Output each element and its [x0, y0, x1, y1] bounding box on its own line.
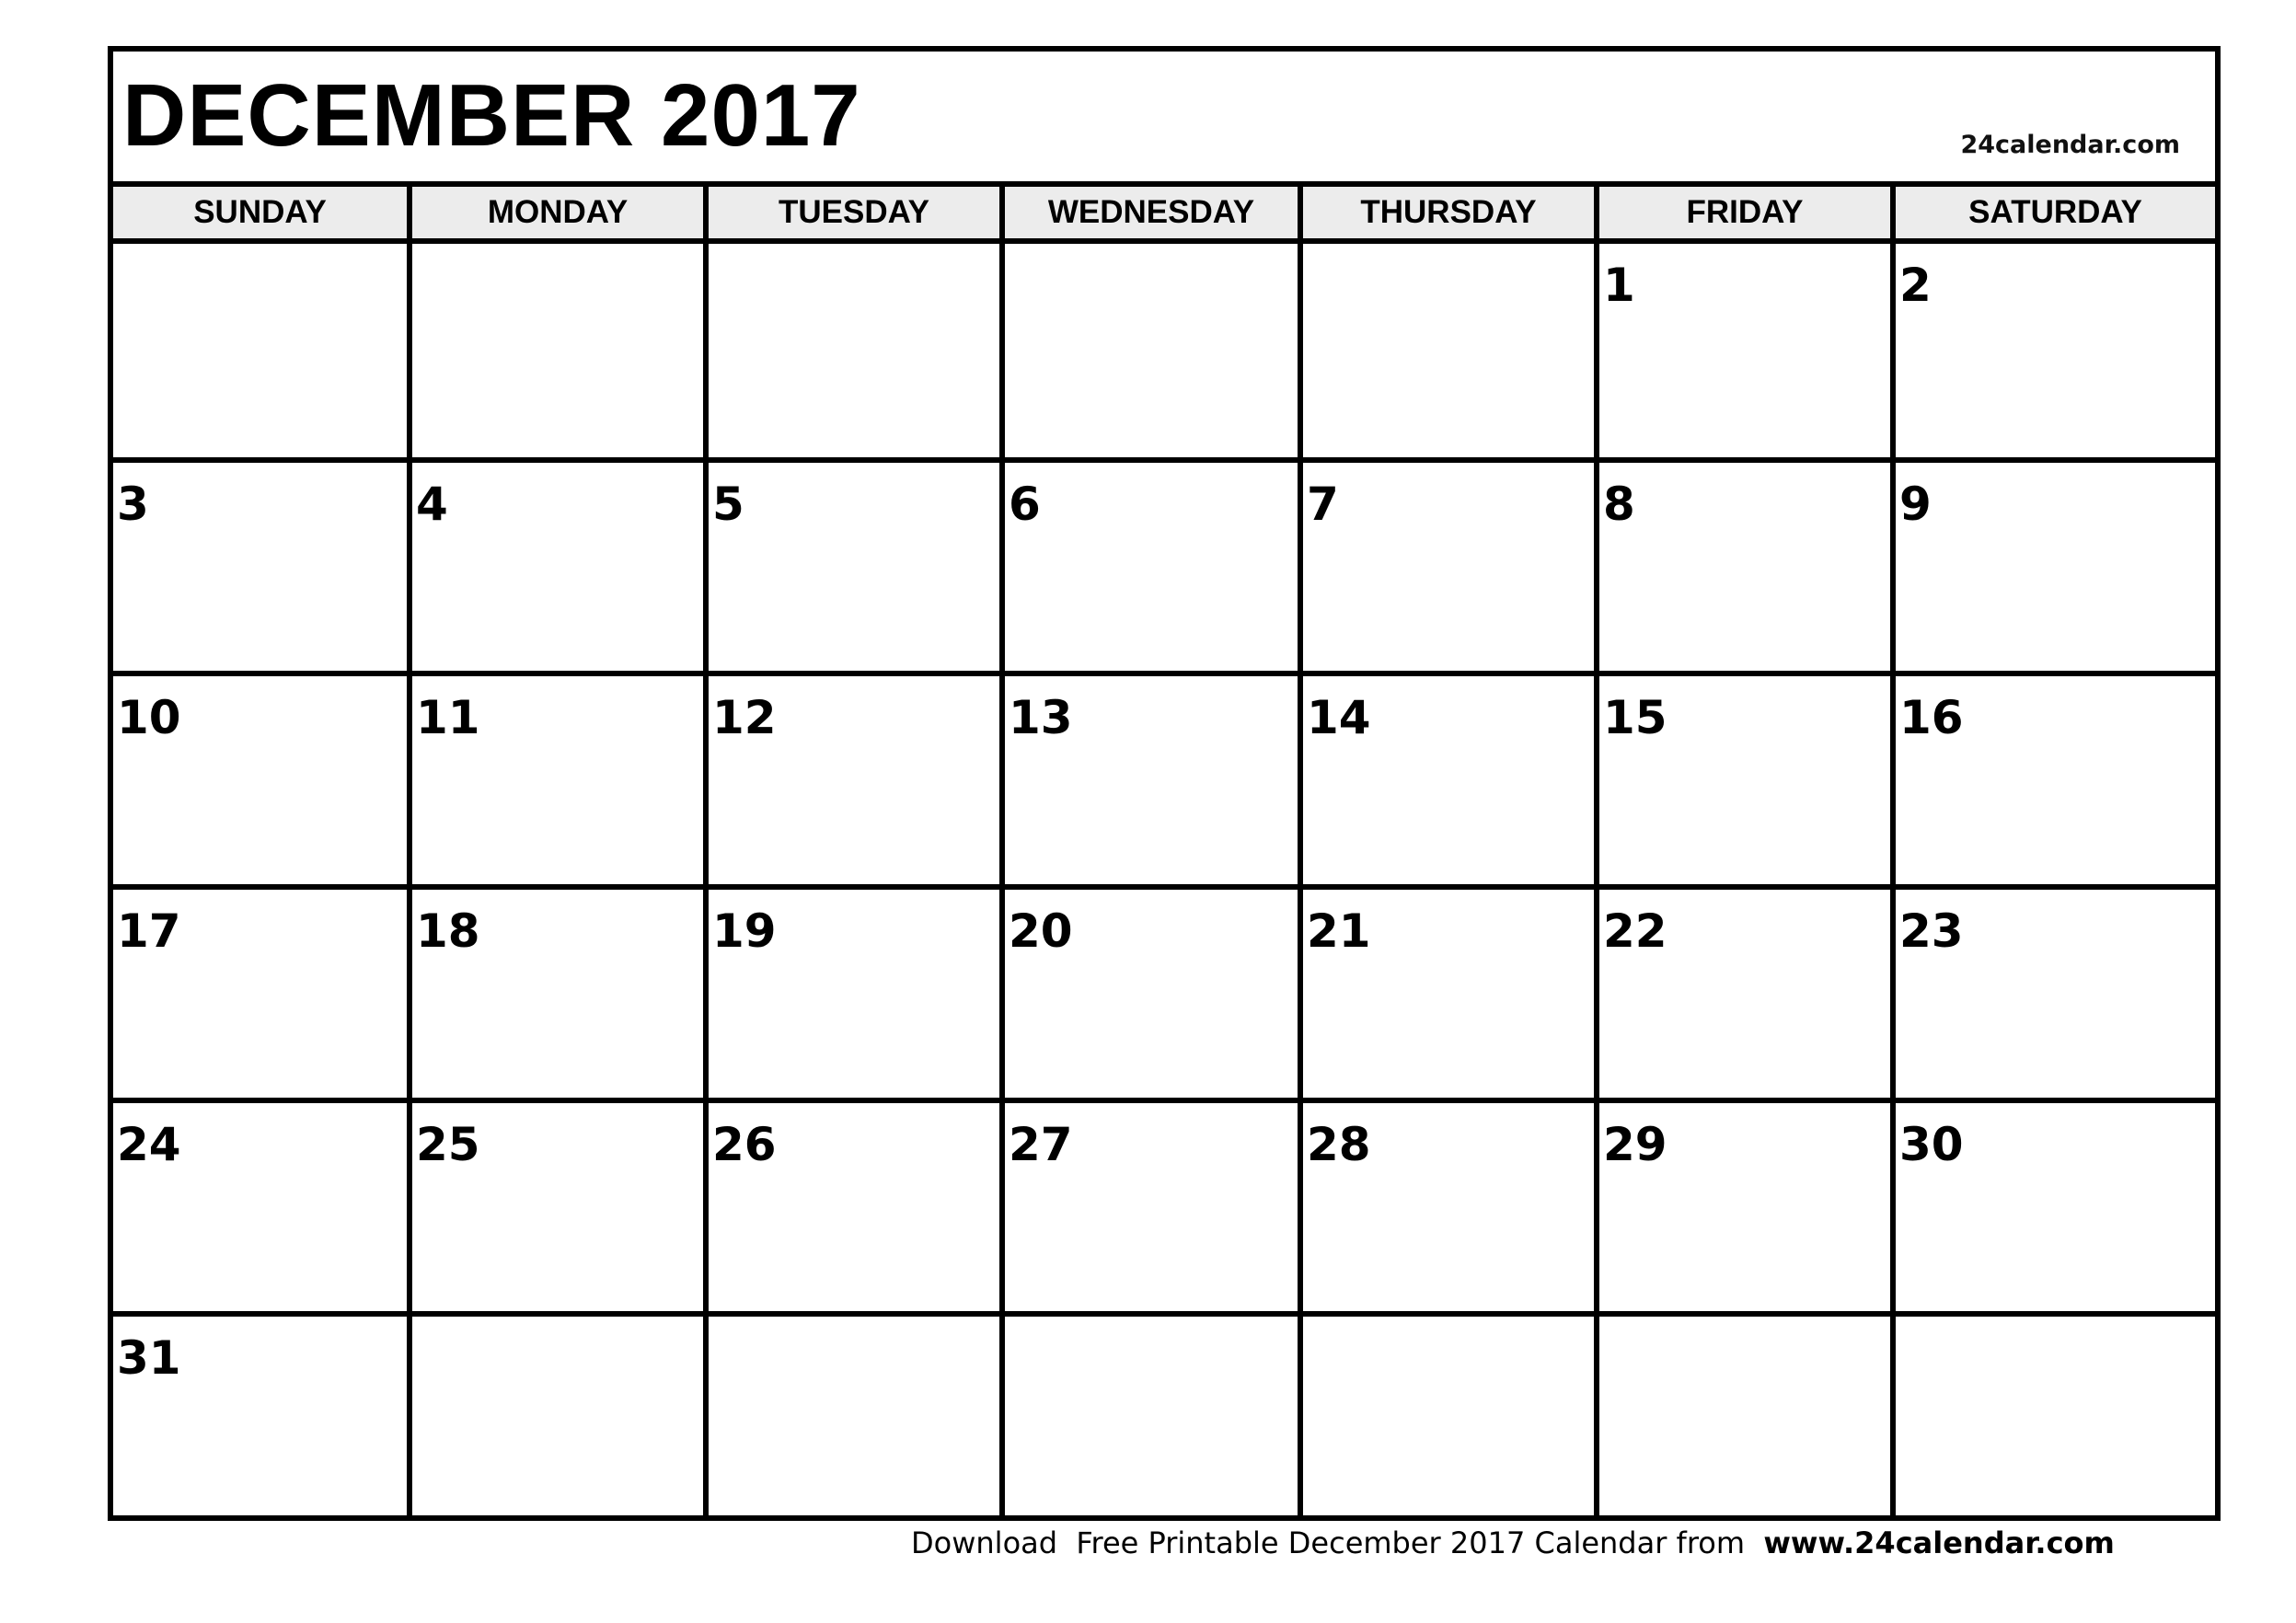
weekday-tuesday: TUESDAY [703, 187, 999, 238]
day-cell[interactable]: 24 [113, 1098, 407, 1311]
day-number: 19 [712, 904, 777, 958]
empty-day-cell[interactable] [407, 1311, 703, 1521]
day-number: 25 [416, 1118, 480, 1171]
weekday-sunday: SUNDAY [193, 194, 327, 230]
day-number: 7 [1307, 478, 1339, 531]
day-number: 27 [1009, 1118, 1073, 1171]
empty-day-cell[interactable] [999, 1311, 1298, 1521]
empty-day-cell[interactable] [1298, 1311, 1594, 1521]
day-number: 30 [1899, 1118, 1964, 1171]
day-cell[interactable]: 16 [1890, 671, 2215, 884]
day-number: 10 [117, 691, 181, 744]
day-cell[interactable]: 6 [999, 457, 1298, 671]
footer: Download Free Printable December 2017 Ca… [911, 1525, 2115, 1560]
day-number: 16 [1899, 691, 1964, 744]
day-cell[interactable]: 26 [703, 1098, 999, 1311]
day-cell[interactable]: 8 [1594, 457, 1890, 671]
weekday-monday: MONDAY [407, 187, 703, 238]
day-cell[interactable]: 28 [1298, 1098, 1594, 1311]
day-number: 28 [1307, 1118, 1371, 1171]
day-number: 13 [1009, 691, 1073, 744]
day-cell[interactable]: 4 [407, 457, 703, 671]
empty-day-cell[interactable] [999, 244, 1298, 457]
day-cell[interactable]: 3 [113, 457, 407, 671]
day-cell[interactable]: 21 [1298, 884, 1594, 1098]
day-number: 23 [1899, 904, 1964, 958]
day-cell[interactable]: 30 [1890, 1098, 2215, 1311]
calendar-title: DECEMBER 2017 [122, 66, 861, 165]
day-cell[interactable]: 12 [703, 671, 999, 884]
day-cell[interactable]: 5 [703, 457, 999, 671]
calendar: DECEMBER 2017 24calendar.com SUNDAY MONDA… [108, 46, 2221, 1521]
weekday-wednesday: WEDNESDAY [999, 187, 1298, 238]
day-number: 18 [416, 904, 480, 958]
day-cell[interactable]: 11 [407, 671, 703, 884]
day-number: 31 [117, 1331, 181, 1385]
day-cell[interactable]: 14 [1298, 671, 1594, 884]
day-grid: 1 2 3 4 5 6 7 8 9 10 11 12 13 14 15 16 17 18 19 20 21 22 23 24 2… [113, 244, 2215, 1521]
weekday-friday: FRIDAY [1594, 187, 1890, 238]
day-cell[interactable]: 13 [999, 671, 1298, 884]
day-cell[interactable]: 22 [1594, 884, 1890, 1098]
day-number: 24 [117, 1118, 181, 1171]
empty-day-cell[interactable] [113, 244, 407, 457]
day-number: 29 [1603, 1118, 1667, 1171]
day-cell[interactable]: 29 [1594, 1098, 1890, 1311]
day-cell[interactable]: 31 [113, 1311, 407, 1521]
site-label: 24calendar.com [1960, 131, 2180, 159]
day-cell[interactable]: 7 [1298, 457, 1594, 671]
day-number: 5 [712, 478, 744, 531]
footer-text: Download Free Printable December 2017 Ca… [911, 1525, 1764, 1560]
day-number: 11 [416, 691, 480, 744]
day-cell[interactable]: 1 [1594, 244, 1890, 457]
day-number: 3 [117, 478, 149, 531]
day-number: 20 [1009, 904, 1073, 958]
empty-day-cell[interactable] [703, 244, 999, 457]
day-number: 6 [1009, 478, 1041, 531]
day-number: 17 [117, 904, 181, 958]
day-cell[interactable]: 19 [703, 884, 999, 1098]
day-number: 2 [1899, 259, 1932, 312]
day-cell[interactable]: 10 [113, 671, 407, 884]
day-cell[interactable]: 9 [1890, 457, 2215, 671]
day-cell[interactable]: 27 [999, 1098, 1298, 1311]
day-number: 4 [416, 478, 448, 531]
day-number: 26 [712, 1118, 777, 1171]
day-number: 21 [1307, 904, 1371, 958]
empty-day-cell[interactable] [1298, 244, 1594, 457]
day-number: 12 [712, 691, 777, 744]
day-number: 9 [1899, 478, 1932, 531]
day-cell[interactable]: 2 [1890, 244, 2215, 457]
footer-url-link[interactable]: www.24calendar.com [1763, 1525, 2115, 1560]
day-number: 1 [1603, 259, 1635, 312]
empty-day-cell[interactable] [1890, 1311, 2215, 1521]
day-number: 14 [1307, 691, 1371, 744]
day-cell[interactable]: 18 [407, 884, 703, 1098]
title-bar: DECEMBER 2017 24calendar.com [113, 52, 2215, 187]
day-cell[interactable]: 15 [1594, 671, 1890, 884]
weekday-header-row: SUNDAY MONDAY TUESDAY WEDNESDAY THURSDAY FRID… [113, 187, 2215, 244]
empty-day-cell[interactable] [1594, 1311, 1890, 1521]
weekday-saturday: SATURDAY [1890, 187, 2215, 238]
day-cell[interactable]: 25 [407, 1098, 703, 1311]
day-number: 15 [1603, 691, 1667, 744]
day-number: 22 [1603, 904, 1667, 958]
empty-day-cell[interactable] [703, 1311, 999, 1521]
weekday-thursday: THURSDAY [1298, 187, 1594, 238]
day-cell[interactable]: 23 [1890, 884, 2215, 1098]
day-cell[interactable]: 17 [113, 884, 407, 1098]
day-number: 8 [1603, 478, 1635, 531]
empty-day-cell[interactable] [407, 244, 703, 457]
day-cell[interactable]: 20 [999, 884, 1298, 1098]
